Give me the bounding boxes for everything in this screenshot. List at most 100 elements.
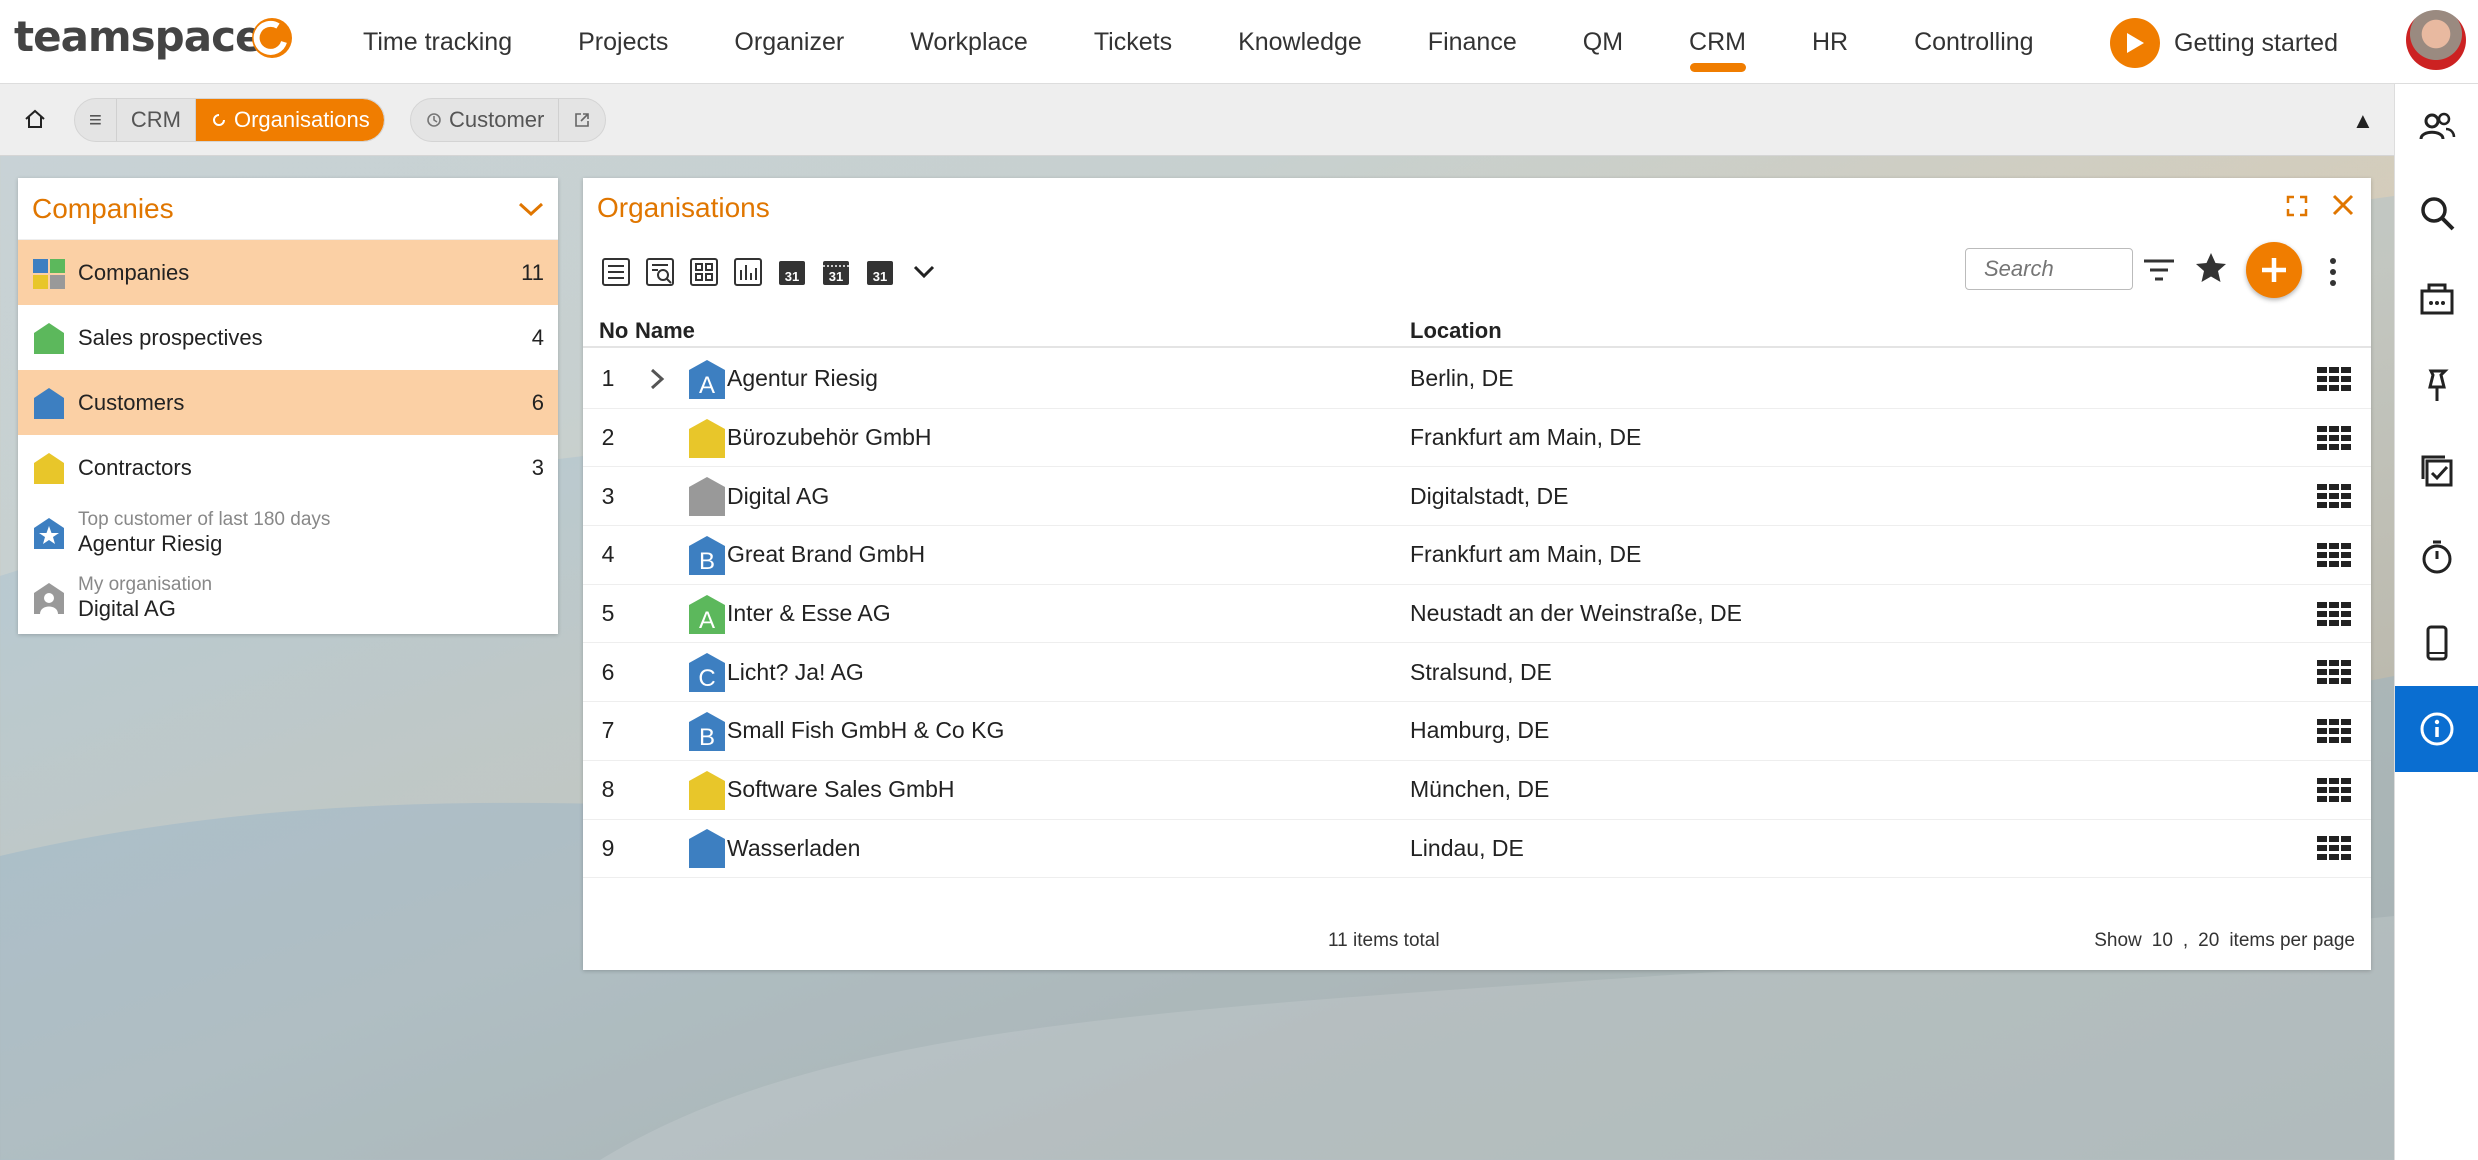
info-icon[interactable] — [2395, 686, 2478, 772]
grid-menu-icon[interactable] — [2317, 836, 2351, 861]
table-row[interactable]: 7 B Small Fish GmbH & Co KG Hamburg, DE — [583, 702, 2371, 761]
page-size-10[interactable]: 10 — [2152, 930, 2173, 952]
calendar-week-icon[interactable]: 31 — [817, 253, 855, 291]
inbox-icon[interactable] — [2395, 256, 2478, 342]
companies-panel-header[interactable]: Companies — [18, 178, 558, 240]
column-location[interactable]: Location — [1410, 318, 1502, 344]
breadcrumb-organisations-label: Organisations — [233, 107, 370, 132]
column-name[interactable]: Name — [635, 318, 695, 344]
row-number: 3 — [601, 482, 615, 509]
getting-started-label: Getting started — [2174, 28, 2338, 57]
nav-projects[interactable]: Projects — [545, 0, 701, 84]
table-row[interactable]: 1 A Agentur Riesig Berlin, DE — [583, 350, 2371, 409]
grid-menu-icon[interactable] — [2317, 425, 2351, 450]
nav-organizer[interactable]: Organizer — [701, 0, 877, 84]
star-icon[interactable] — [2193, 250, 2229, 286]
tile-view-icon[interactable] — [685, 253, 723, 291]
contacts-icon[interactable] — [2395, 84, 2478, 170]
page-size-20[interactable]: 20 — [2198, 930, 2219, 952]
more-vertical-icon[interactable] — [2323, 254, 2343, 290]
list-view-icon[interactable] — [597, 253, 635, 291]
sales-prospectives-filter-item[interactable]: Sales prospectives 4 — [18, 305, 558, 370]
breadcrumb-customer[interactable]: Customer — [411, 99, 560, 141]
table-row[interactable]: 8 Software Sales GmbH München, DE — [583, 761, 2371, 820]
row-name[interactable]: Digital AG — [727, 483, 829, 510]
calendar-day-icon[interactable]: 31 — [773, 253, 811, 291]
customers-filter-item[interactable]: Customers 6 — [18, 370, 558, 435]
chart-view-icon[interactable] — [729, 253, 767, 291]
nav-controlling[interactable]: Controlling — [1881, 0, 2067, 84]
stopwatch-icon[interactable] — [2395, 514, 2478, 600]
grid-menu-icon[interactable] — [2317, 366, 2351, 391]
row-name[interactable]: Bürozubehör GmbH — [727, 424, 932, 451]
top-customer-item[interactable]: Top customer of last 180 days Agentur Ri… — [18, 500, 558, 565]
row-location: Stralsund, DE — [1410, 658, 1552, 685]
breadcrumb-menu[interactable]: ≡ — [75, 99, 117, 141]
org-badge-letter: C — [698, 665, 715, 692]
search-icon[interactable] — [2395, 170, 2478, 256]
row-name[interactable]: Small Fish GmbH & Co KG — [727, 717, 1004, 744]
maximize-icon[interactable] — [2283, 192, 2311, 220]
companies-filter-item[interactable]: Companies 11 — [18, 240, 558, 305]
calendar-month-number: 31 — [873, 269, 887, 284]
nav-finance[interactable]: Finance — [1395, 0, 1550, 84]
my-organisation-item[interactable]: My organisation Digital AG — [18, 565, 558, 630]
breadcrumb-customer-group: Customer — [410, 98, 607, 142]
table-row[interactable]: 9 Wasserladen Lindau, DE — [583, 820, 2371, 879]
search-input[interactable] — [1965, 248, 2133, 290]
row-location: Hamburg, DE — [1410, 717, 1550, 744]
table-row[interactable]: 6 C Licht? Ja! AG Stralsund, DE — [583, 643, 2371, 703]
organisation-icon: A — [689, 359, 725, 399]
nav-hr[interactable]: HR — [1779, 0, 1881, 84]
logo[interactable]: teamspace — [14, 12, 263, 61]
nav-qm[interactable]: QM — [1550, 0, 1656, 84]
chevron-down-icon[interactable] — [905, 253, 943, 291]
pin-icon[interactable] — [2395, 342, 2478, 428]
organisations-panel: Organisations 31 31 31 No Name Location … — [583, 178, 2371, 970]
breadcrumb-bar: ≡ CRM Organisations Customer ▲ — [0, 84, 2394, 156]
home-icon[interactable] — [20, 104, 50, 134]
grid-menu-icon[interactable] — [2317, 660, 2351, 685]
detail-view-icon[interactable] — [641, 253, 679, 291]
table-row[interactable]: 4 B Great Brand GmbH Frankfurt am Main, DE — [583, 526, 2371, 585]
grid-menu-icon[interactable] — [2317, 484, 2351, 509]
nav-knowledge[interactable]: Knowledge — [1205, 0, 1395, 84]
filter-icon[interactable] — [2141, 252, 2177, 288]
row-name[interactable]: Wasserladen — [727, 835, 860, 862]
getting-started-button[interactable]: Getting started — [2110, 18, 2338, 68]
close-icon[interactable] — [2328, 190, 2358, 220]
table-row[interactable]: 5 A Inter & Esse AG Neustadt an der Weinstr… — [583, 585, 2371, 644]
row-name[interactable]: Great Brand GmbH — [727, 541, 925, 568]
grid-menu-icon[interactable] — [2317, 718, 2351, 743]
row-name[interactable]: Inter & Esse AG — [727, 600, 891, 627]
row-name[interactable]: Licht? Ja! AG — [727, 659, 864, 686]
breadcrumb-crm[interactable]: CRM — [117, 99, 196, 141]
nav-crm[interactable]: CRM — [1656, 0, 1779, 84]
grid-menu-icon[interactable] — [2317, 542, 2351, 567]
tasks-icon[interactable] — [2395, 428, 2478, 514]
calendar-month-icon[interactable]: 31 — [861, 253, 899, 291]
add-button[interactable] — [2246, 242, 2302, 298]
mobile-icon[interactable] — [2395, 600, 2478, 686]
grid-menu-icon[interactable] — [2317, 601, 2351, 626]
grid-menu-icon[interactable] — [2317, 777, 2351, 802]
nav-tickets[interactable]: Tickets — [1061, 0, 1205, 84]
table-row[interactable]: 3 Digital AG Digitalstadt, DE — [583, 467, 2371, 527]
open-external-icon[interactable] — [559, 99, 605, 141]
nav-time-tracking[interactable]: Time tracking — [330, 0, 545, 84]
row-number: 2 — [601, 424, 615, 451]
column-no[interactable]: No — [599, 318, 628, 344]
breadcrumb-organisations[interactable]: Organisations — [195, 99, 384, 141]
sales-prospectives-icon — [34, 322, 64, 354]
contractors-filter-item[interactable]: Contractors 3 — [18, 435, 558, 500]
nav-workplace[interactable]: Workplace — [877, 0, 1061, 84]
collapse-up-icon[interactable]: ▲ — [2352, 108, 2374, 134]
row-location: Berlin, DE — [1410, 365, 1514, 392]
row-name[interactable]: Agentur Riesig — [727, 365, 878, 392]
chevron-right-icon[interactable] — [647, 367, 667, 391]
chevron-down-icon[interactable] — [518, 201, 544, 217]
avatar[interactable] — [2406, 10, 2466, 70]
logo-mark-icon — [252, 18, 292, 58]
table-row[interactable]: 2 Bürozubehör GmbH Frankfurt am Main, DE — [583, 409, 2371, 468]
row-name[interactable]: Software Sales GmbH — [727, 776, 955, 803]
